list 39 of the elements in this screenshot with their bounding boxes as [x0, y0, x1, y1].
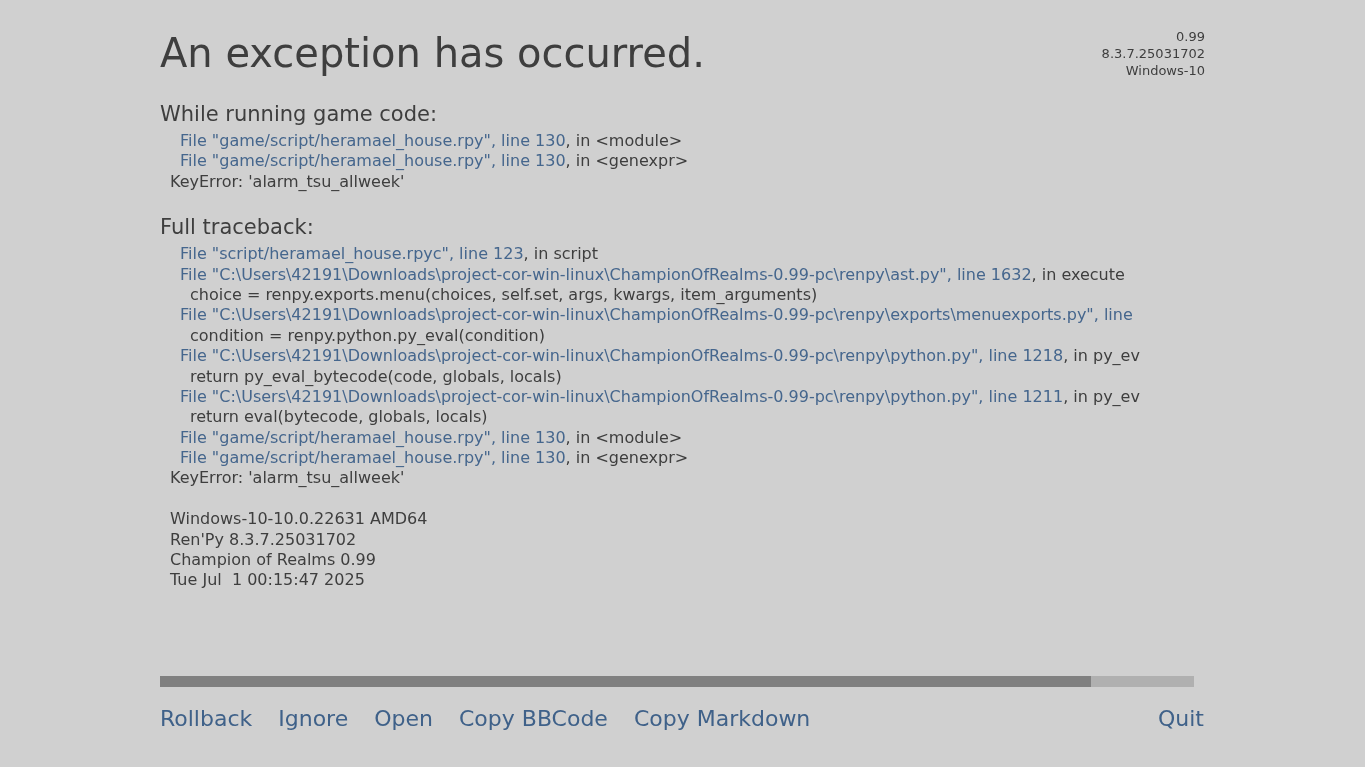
code-line: choice = renpy.exports.menu(choices, self.set, args, kwargs, item_arguments) — [190, 284, 818, 304]
section-heading: Full traceback: — [160, 214, 315, 241]
traceback-link[interactable]: File "C:\Users\42191\Downloads\project-cor-win-linux\ChampionOfRealms-0.99-pc\renpy\python.py", line 1218 — [180, 346, 1064, 366]
code-line: return py_eval_bytecode(code, globals, locals) — [190, 366, 562, 386]
traceback-link[interactable]: File "C:\Users\42191\Downloads\project-cor-win-linux\ChampionOfRealms-0.99-pc\renpy\ast.py", line 1632 — [180, 264, 1032, 284]
action-link[interactable]: Ignore — [278, 705, 349, 733]
action-link[interactable]: Rollback — [160, 705, 253, 733]
traceback-link[interactable]: File "game/script/heramael_house.rpy", line 130 — [180, 131, 566, 150]
traceback-link[interactable]: File "game/script/heramael_house.rpy", line 130 — [180, 151, 566, 171]
action-link[interactable]: Copy Markdown — [633, 705, 811, 733]
traceback-text: , in execute — [1031, 264, 1125, 284]
error-text: KeyError: 'alarm_tsu_allweek' — [170, 468, 405, 488]
code-line: return eval(bytecode, globals, locals) — [190, 407, 488, 427]
traceback-text: , in py_ev — [1063, 346, 1140, 366]
traceback-text: , in script — [523, 244, 599, 264]
quit-link[interactable]: Quit — [1158, 705, 1204, 733]
traceback-link[interactable]: File "game/script/heramael_house.rpy", line 130 — [180, 427, 566, 447]
version-text: Windows-10 — [1124, 62, 1205, 79]
traceback-text: , in py_ev — [1063, 386, 1140, 406]
version-text: 0.99 — [1175, 28, 1205, 45]
error-title: An exception has occurred. — [160, 29, 705, 78]
traceback-text: , in <genexpr> — [565, 448, 689, 468]
action-link[interactable]: Open — [374, 705, 433, 733]
version-text: 8.3.7.25031702 — [1101, 45, 1205, 62]
traceback-link[interactable]: File "game/script/heramael_house.rpy", line 130 — [180, 448, 566, 468]
error-text: Windows-10-10.0.22631 AMD64 — [170, 509, 428, 529]
traceback-link[interactable]: File "C:\Users\42191\Downloads\project-cor-win-linux\ChampionOfRealms-0.99-pc\renpy\exports\menuexports.py", line — [180, 305, 1133, 325]
traceback-text: , in <genexpr> — [565, 151, 689, 171]
traceback-link[interactable]: File "script/heramael_house.rpyc", line 123 — [180, 244, 524, 264]
traceback-link[interactable]: File "C:\Users\42191\Downloads\project-cor-win-linux\ChampionOfRealms-0.99-pc\renpy\python.py", line 1211 — [180, 386, 1064, 406]
traceback-text: , in <module> — [565, 131, 683, 150]
code-line: condition = renpy.python.py_eval(condition) — [190, 325, 545, 345]
action-link[interactable]: Copy BBCode — [459, 705, 608, 733]
error-text: Ren'Py 8.3.7.25031702 — [170, 529, 357, 549]
section-heading: While running game code: — [160, 101, 439, 127]
traceback-text: , in <module> — [565, 427, 683, 447]
error-text: Tue Jul 1 00:15:47 2025 — [170, 570, 365, 590]
error-text: KeyError: 'alarm_tsu_allweek' — [170, 171, 405, 191]
error-text: Champion of Realms 0.99 — [170, 550, 376, 570]
